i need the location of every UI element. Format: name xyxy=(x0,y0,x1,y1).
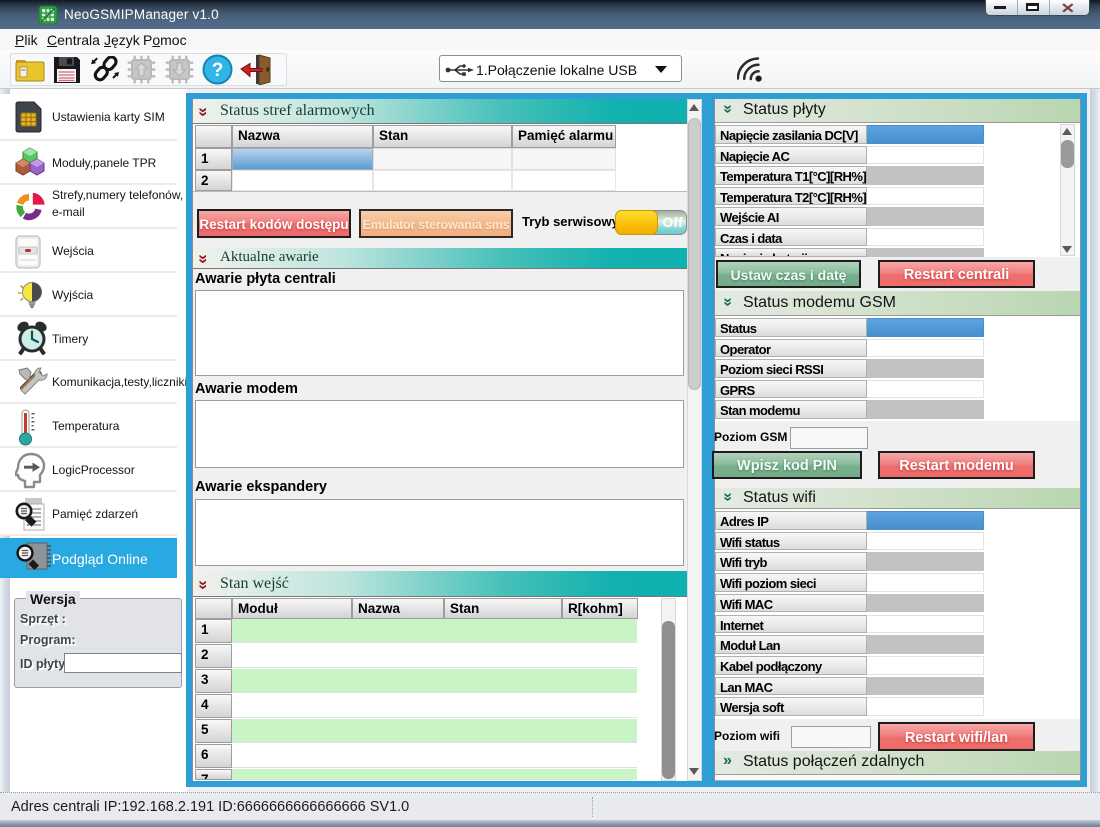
svg-text:?: ? xyxy=(212,60,224,81)
